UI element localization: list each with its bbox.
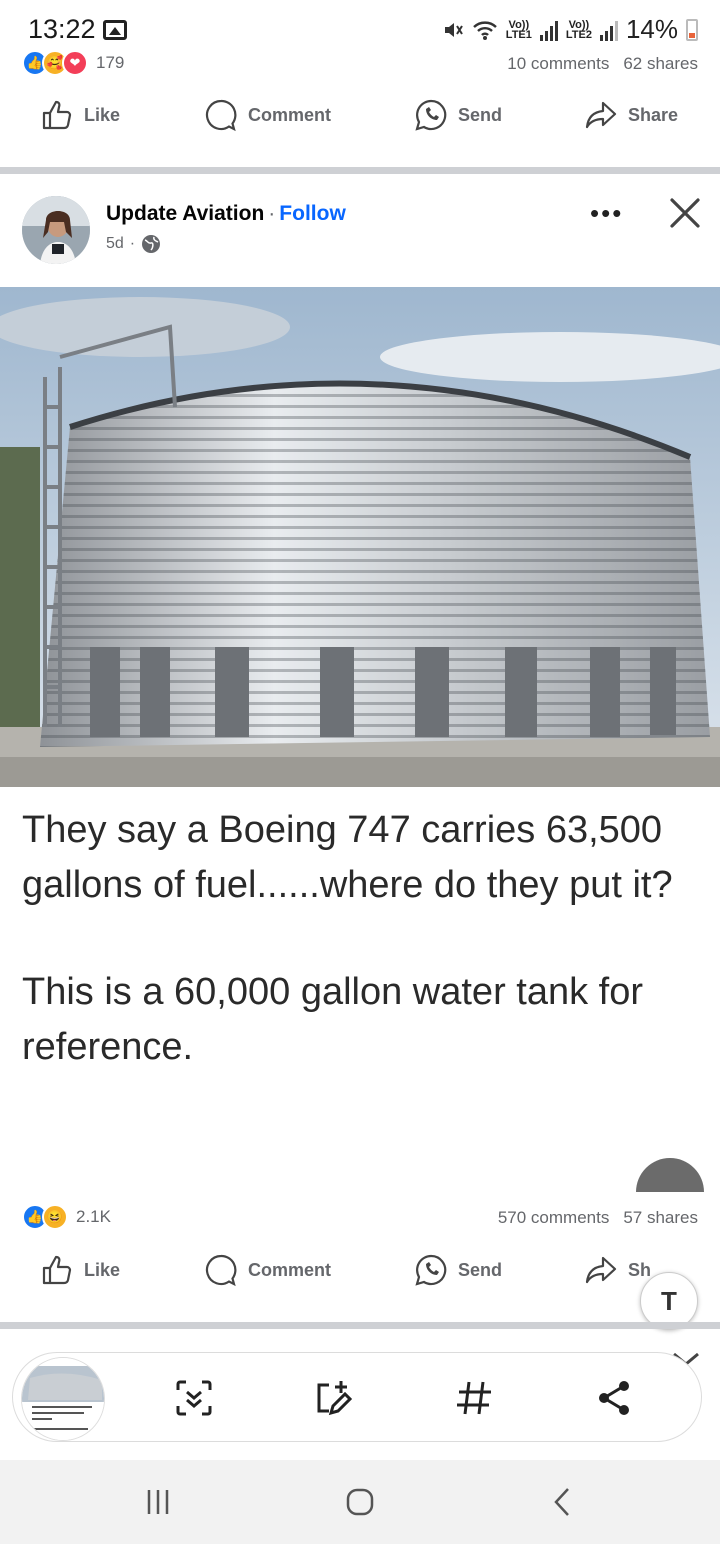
post-header: Update Aviation · Follow 5d · •••	[0, 176, 720, 286]
comment-button[interactable]: Comment	[204, 98, 331, 132]
post-meta: 5d ·	[106, 234, 161, 254]
image-caption: They say a Boeing 747 carries 63,500 gal…	[22, 803, 702, 1127]
hashtag-icon[interactable]	[453, 1377, 495, 1419]
battery-percent: 14%	[625, 14, 678, 44]
love-reaction-icon: ❤	[62, 50, 88, 76]
clock: 13:22	[28, 14, 96, 44]
reaction-count: 179	[96, 53, 125, 72]
wifi-icon	[472, 20, 497, 40]
screenshot-toolbar	[12, 1352, 702, 1442]
battery-icon	[686, 18, 698, 41]
comment-label: Comment	[248, 104, 332, 125]
system-nav-bar	[0, 1460, 720, 1544]
recent-apps-icon[interactable]	[138, 1482, 178, 1522]
thumbs-up-icon	[42, 1255, 72, 1285]
send-label: Send	[458, 104, 503, 125]
share-arrow-icon	[585, 101, 617, 129]
share-arrow-icon	[585, 1256, 617, 1284]
thumbnail-preview	[22, 1358, 104, 1440]
haha-reaction-icon: 😆	[42, 1204, 68, 1230]
post-reaction-summary[interactable]: 👍 😆 2.1K	[22, 1204, 111, 1230]
post-reaction-count: 2.1K	[76, 1207, 111, 1226]
post-age[interactable]: 5d	[106, 235, 124, 253]
post-send-button[interactable]: Send	[414, 1253, 502, 1287]
share-label: Share	[628, 104, 679, 125]
post-share-label: Sh	[628, 1259, 652, 1280]
post-actions: Like Comment Send Sh	[0, 1253, 720, 1313]
prev-post-counts: 👍 🥰 ❤ 179 10 comments 62 shares	[0, 50, 720, 86]
post-send-label: Send	[458, 1259, 503, 1280]
share-button[interactable]: Share	[584, 98, 678, 132]
network-label-1: Vo)) LTE1	[505, 18, 532, 41]
share-icon[interactable]	[593, 1377, 635, 1419]
network-label-2: Vo)) LTE2	[565, 18, 592, 41]
meta-separator: ·	[129, 235, 136, 252]
page-name-link[interactable]: Update Aviation	[106, 202, 264, 225]
title-separator: ·	[268, 202, 276, 225]
like-button[interactable]: Like	[40, 98, 120, 132]
comment-count[interactable]: 10 comments	[507, 54, 609, 74]
like-label: Like	[84, 104, 121, 125]
more-options-icon[interactable]: •••	[590, 198, 623, 229]
text-extract-icon: T	[661, 1285, 677, 1316]
follow-button[interactable]: Follow	[279, 202, 346, 225]
send-button[interactable]: Send	[414, 98, 502, 132]
water-tank-photo	[0, 287, 720, 787]
post-like-button[interactable]: Like	[40, 1253, 120, 1287]
avatar-photo	[22, 196, 90, 264]
comment-icon	[205, 99, 237, 132]
post-like-label: Like	[84, 1259, 121, 1280]
feed-divider	[0, 167, 720, 174]
screenshot-thumbnail[interactable]	[21, 1357, 105, 1441]
post-counts: 👍 😆 2.1K 570 comments 57 shares	[0, 1204, 720, 1240]
status-bar: 13:22 Vo)) LTE1 Vo)) LTE2 14%	[0, 0, 720, 56]
gallery-notification-icon	[103, 20, 127, 40]
share-count[interactable]: 62 shares	[623, 54, 698, 74]
globe-icon	[142, 235, 161, 253]
home-icon[interactable]	[340, 1482, 380, 1522]
mute-icon	[444, 22, 463, 37]
feed-divider-2	[0, 1322, 720, 1329]
thumbs-up-icon	[42, 100, 72, 130]
post-comment-count[interactable]: 570 comments	[498, 1208, 610, 1228]
scan-icon[interactable]	[173, 1377, 215, 1419]
post-share-count[interactable]: 57 shares	[623, 1208, 698, 1228]
signal-icon-2	[599, 19, 618, 41]
page-avatar[interactable]	[22, 196, 90, 264]
post-comment-label: Comment	[248, 1259, 332, 1280]
post-comment-button[interactable]: Comment	[204, 1253, 331, 1287]
close-icon[interactable]	[666, 194, 704, 232]
comment-icon	[205, 1254, 237, 1287]
post-image[interactable]: They say a Boeing 747 carries 63,500 gal…	[0, 287, 720, 1187]
signal-icon-1	[539, 19, 558, 41]
whatsapp-send-icon	[415, 1254, 447, 1286]
whatsapp-send-icon	[415, 99, 447, 131]
back-icon[interactable]	[542, 1482, 582, 1522]
post-share-button[interactable]: Sh	[584, 1253, 651, 1287]
caption-line-1: They say a Boeing 747 carries 63,500 gal…	[22, 809, 673, 906]
prev-post-actions: Like Comment Send Share	[0, 98, 720, 158]
caption-line-2: This is a 60,000 gallon water tank for r…	[22, 971, 644, 1068]
post-title-line: Update Aviation · Follow	[106, 202, 346, 226]
status-icons: Vo)) LTE1 Vo)) LTE2 14%	[442, 14, 698, 45]
reaction-summary[interactable]: 👍 🥰 ❤ 179	[22, 50, 124, 76]
edit-add-icon[interactable]	[311, 1377, 353, 1419]
